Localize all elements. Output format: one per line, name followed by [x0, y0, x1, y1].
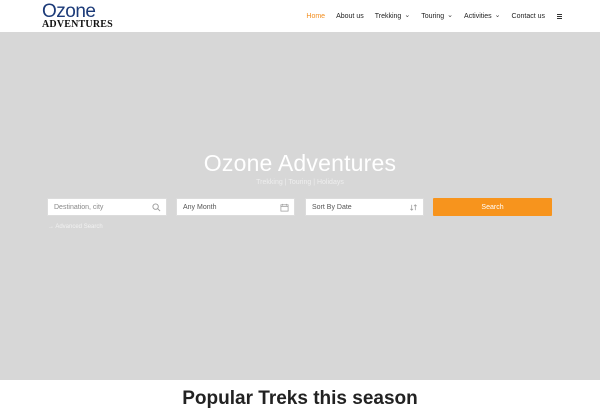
logo-text-adventures: ADVENTURES — [42, 19, 113, 30]
site-logo[interactable]: Ozone ADVENTURES — [42, 2, 114, 30]
nav-item-home[interactable]: Home — [306, 13, 325, 20]
hamburger-menu-icon[interactable] — [557, 13, 562, 19]
hero-subtitle: Trekking | Touring | Holidays — [256, 179, 344, 186]
nav-label: Contact us — [511, 12, 545, 20]
hero-title: Ozone Adventures — [203, 150, 397, 176]
hero-banner: Ozone Adventures Trekking | Touring | Ho… — [0, 32, 600, 380]
nav-label: Home — [306, 12, 326, 20]
sort-select[interactable]: Sort By Date — [305, 198, 424, 216]
nav-label: About us — [336, 12, 364, 20]
calendar-icon — [280, 203, 289, 212]
nav-item-about-us[interactable]: About us — [336, 13, 364, 20]
section-title: Popular Treks this season — [182, 388, 418, 409]
chevron-down-icon: ⌄ — [404, 12, 411, 19]
nav-item-trekking[interactable]: Trekking ⌄ — [375, 12, 410, 20]
chevron-down-icon: ⌄ — [494, 12, 501, 19]
advanced-search-link[interactable]: → Advanced Search — [48, 224, 103, 230]
search-button[interactable]: Search — [433, 198, 552, 216]
nav-label: Activities — [464, 12, 492, 20]
month-select[interactable]: Any Month — [176, 198, 295, 216]
nav-item-activities[interactable]: Activities ⌄ — [464, 12, 501, 20]
destination-input[interactable]: Destination, city — [47, 198, 167, 216]
month-value: Any Month — [183, 203, 217, 211]
nav-label: Touring — [421, 12, 445, 20]
nav-label: Trekking — [374, 12, 402, 20]
sort-icon — [410, 204, 417, 211]
nav-item-contact-us[interactable]: Contact us — [512, 13, 545, 20]
destination-placeholder: Destination, city — [54, 203, 104, 211]
search-icon — [152, 203, 161, 212]
sort-value: Sort By Date — [312, 203, 352, 211]
chevron-down-icon: ⌄ — [447, 12, 454, 19]
site-header: Ozone ADVENTURES Home About us Trekking ⌄… — [0, 0, 600, 32]
main-nav: Home About us Trekking ⌄ Touring ⌄ Activit… — [295, 0, 562, 32]
nav-item-touring[interactable]: Touring ⌄ — [421, 12, 453, 20]
